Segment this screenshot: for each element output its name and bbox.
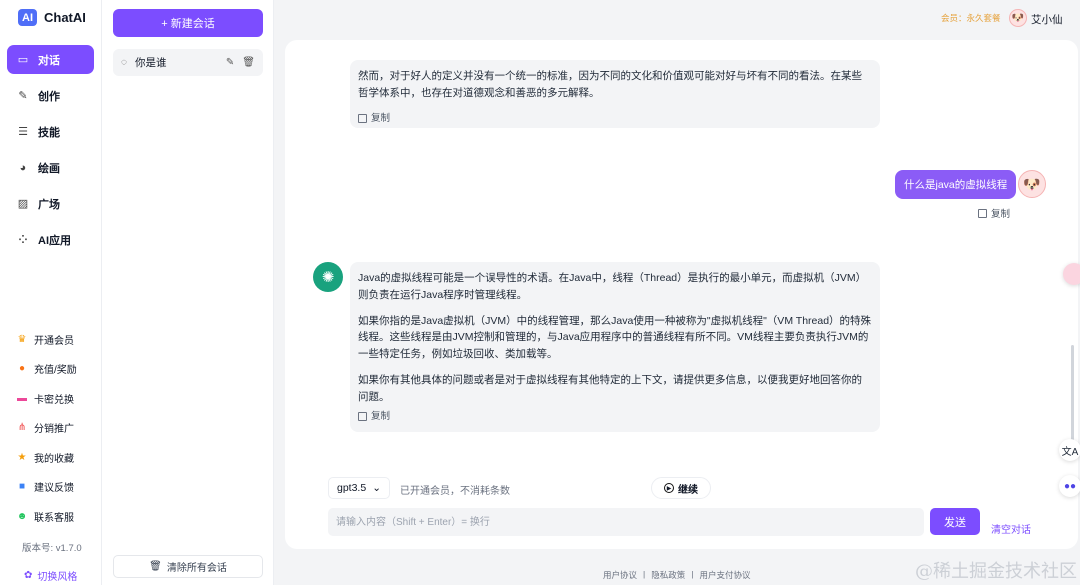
nav-item-ai-apps[interactable]: ⁘ AI应用 [7, 225, 94, 254]
share-tree-icon: ⋔ [17, 422, 27, 433]
nav-item-draw[interactable]: ◕ 绘画 [7, 153, 94, 182]
nav-item-label: 技能 [38, 126, 60, 139]
sub-item-label: 我的收藏 [34, 454, 74, 465]
copy-icon [358, 113, 367, 123]
nav-item-label: 广场 [38, 198, 60, 211]
chat-bubble-icon: ▭ [17, 54, 29, 66]
copy-icon [358, 411, 367, 421]
theme-icon: ✿ [24, 570, 33, 581]
play-icon: ▶ [664, 483, 674, 493]
sub-item-label: 建议反馈 [34, 483, 74, 494]
user-avatar[interactable]: 🐶 [1009, 9, 1027, 27]
user-agreement-link[interactable]: 用户协议 [603, 569, 637, 581]
conversation-item[interactable]: ◌ 你是谁 ✎ 🗑 [113, 49, 263, 76]
message-paragraph: 如果你指的是Java虚拟机（JVM）中的线程管理，那么Java使用一种被称为"虚… [358, 314, 872, 361]
apps-grid-icon: ⁘ [18, 234, 28, 246]
chat-panel: 然而，对于好人的定义并没有一个统一的标准，因为不同的文化和价值观可能对好与坏有不… [285, 40, 1078, 549]
edit-icon[interactable]: ✎ [226, 57, 234, 68]
sub-item-label: 开通会员 [34, 336, 74, 347]
watermark: @稀土掘金技术社区 [915, 561, 1077, 582]
user-name[interactable]: 艾小仙 [1031, 12, 1063, 27]
copy-button[interactable]: 复制 [358, 409, 872, 424]
bot-avatar: ✺ [313, 262, 343, 292]
nav-item-chat[interactable]: ▭ 对话 [7, 45, 94, 74]
conversation-title: 你是谁 [134, 57, 167, 69]
coin-icon: ● [18, 363, 26, 374]
copy-label: 复制 [371, 410, 391, 422]
nav-item-label: 绘画 [38, 162, 60, 175]
footer-separator: | [643, 569, 646, 579]
user-avatar: 🐶 [1018, 170, 1046, 198]
clear-chat-button[interactable]: 清空对话 [991, 521, 1031, 536]
continue-label: 继续 [678, 484, 698, 496]
model-note: 已开通会员，不消耗条数 [400, 486, 510, 497]
nav-item-label: AI应用 [38, 234, 71, 247]
clear-all-label: 清除所有会话 [166, 563, 227, 574]
message-paragraph: Java的虚拟线程可能是一个误导性的术语。在Java中，线程（Thread）是执… [358, 272, 867, 301]
copy-label: 复制 [991, 209, 1011, 220]
palette-icon: ◕ [19, 161, 27, 174]
clear-all-conversations-button[interactable]: 🗑 清除所有会话 [113, 555, 263, 578]
float-pink-icon[interactable] [1063, 263, 1080, 285]
copy-label: 复制 [371, 112, 391, 124]
user-message: 什么是java的虚拟线程 [895, 170, 1017, 199]
sub-item-membership[interactable]: ♛ 开通会员 [16, 332, 74, 347]
feedback-icon: ■ [18, 481, 26, 492]
message-paragraph: 然而，对于好人的定义并没有一个统一的标准，因为不同的文化和价值观可能对好与坏有不… [358, 70, 862, 99]
pen-icon: ✎ [18, 90, 28, 102]
conversation-panel: + 新建会话 ◌ 你是谁 ✎ 🗑 🗑 清除所有会话 [102, 0, 274, 585]
privacy-policy-link[interactable]: 隐私政策 [651, 569, 685, 581]
sub-item-label: 充值/奖励 [34, 365, 77, 376]
crown-icon: ♛ [17, 334, 27, 345]
sub-item-label: 分销推广 [34, 424, 74, 435]
nav-item-label: 对话 [38, 54, 60, 67]
star-icon: ★ [17, 452, 27, 463]
sub-item-feedback[interactable]: ■ 建议反馈 [16, 479, 74, 494]
sub-item-label: 卡密兑换 [34, 395, 74, 406]
nav-item-square[interactable]: ▨ 广场 [7, 189, 94, 218]
logo-badge: AI [18, 9, 37, 26]
sub-item-distribution[interactable]: ⋔ 分销推广 [16, 420, 74, 435]
delete-icon[interactable]: 🗑 [242, 57, 255, 68]
version-label: 版本号: v1.7.0 [22, 543, 82, 554]
message-paragraph: 如果你有其他具体的问题或者是对于虚拟线程有其他特定的上下文，请提供更多信息，以便… [358, 373, 862, 403]
sub-item-support[interactable]: ☻ 联系客服 [16, 509, 74, 524]
copy-button[interactable]: 复制 [978, 206, 1010, 220]
theme-toggle-label: 切换风格 [37, 572, 78, 583]
assistant-message: Java的虚拟线程可能是一个误导性的术语。在Java中，线程（Thread）是执… [350, 262, 880, 432]
sub-item-favorites[interactable]: ★ 我的收藏 [16, 450, 74, 465]
sub-item-label: 联系客服 [34, 513, 74, 524]
message-input[interactable] [328, 508, 924, 536]
assistant-message: 然而，对于好人的定义并没有一个统一的标准，因为不同的文化和价值观可能对好与坏有不… [350, 60, 880, 128]
new-conversation-button[interactable]: + 新建会话 [113, 9, 263, 37]
image-icon: ▨ [17, 198, 29, 210]
chevron-down-icon: ⌄ [372, 482, 381, 494]
nav-item-label: 创作 [38, 90, 60, 103]
theme-toggle[interactable]: ✿ 切换风格 [24, 568, 77, 583]
assistant-bot-icon[interactable]: ●● [1059, 475, 1080, 497]
app-logo[interactable]: AI ChatAI [18, 9, 86, 26]
sub-item-recharge[interactable]: ● 充值/奖励 [16, 361, 77, 376]
trash-icon: 🗑 [149, 561, 162, 572]
continue-button[interactable]: ▶ 继续 [651, 477, 711, 499]
model-select[interactable]: gpt3.5 ⌄ [328, 477, 390, 499]
list-icon: ☰ [18, 126, 28, 138]
left-nav: AI ChatAI ▭ 对话 ✎ 创作 ☰ 技能 ◕ 绘画 ▨ 广场 ⁘ AI应… [0, 0, 102, 585]
send-button[interactable]: 发送 [930, 508, 980, 535]
copy-button[interactable]: 复制 [358, 111, 872, 126]
membership-status: 会员：永久套餐 [941, 13, 1001, 23]
nav-item-create[interactable]: ✎ 创作 [7, 81, 94, 110]
sub-item-card-redeem[interactable]: ▬ 卡密兑换 [16, 391, 74, 406]
support-icon: ☻ [16, 511, 28, 522]
app-name: ChatAI [44, 10, 86, 25]
translate-icon[interactable]: 文A [1059, 439, 1080, 461]
nav-item-skills[interactable]: ☰ 技能 [7, 117, 94, 146]
copy-icon [978, 208, 987, 218]
model-select-value: gpt3.5 [336, 482, 367, 494]
footer-links: 用户协议 | 隐私政策 | 用户支付协议 [603, 569, 750, 581]
footer-separator: | [691, 569, 694, 579]
chat-bubble-icon: ◌ [121, 57, 127, 68]
payment-agreement-link[interactable]: 用户支付协议 [699, 569, 750, 581]
card-icon: ▬ [17, 393, 27, 404]
